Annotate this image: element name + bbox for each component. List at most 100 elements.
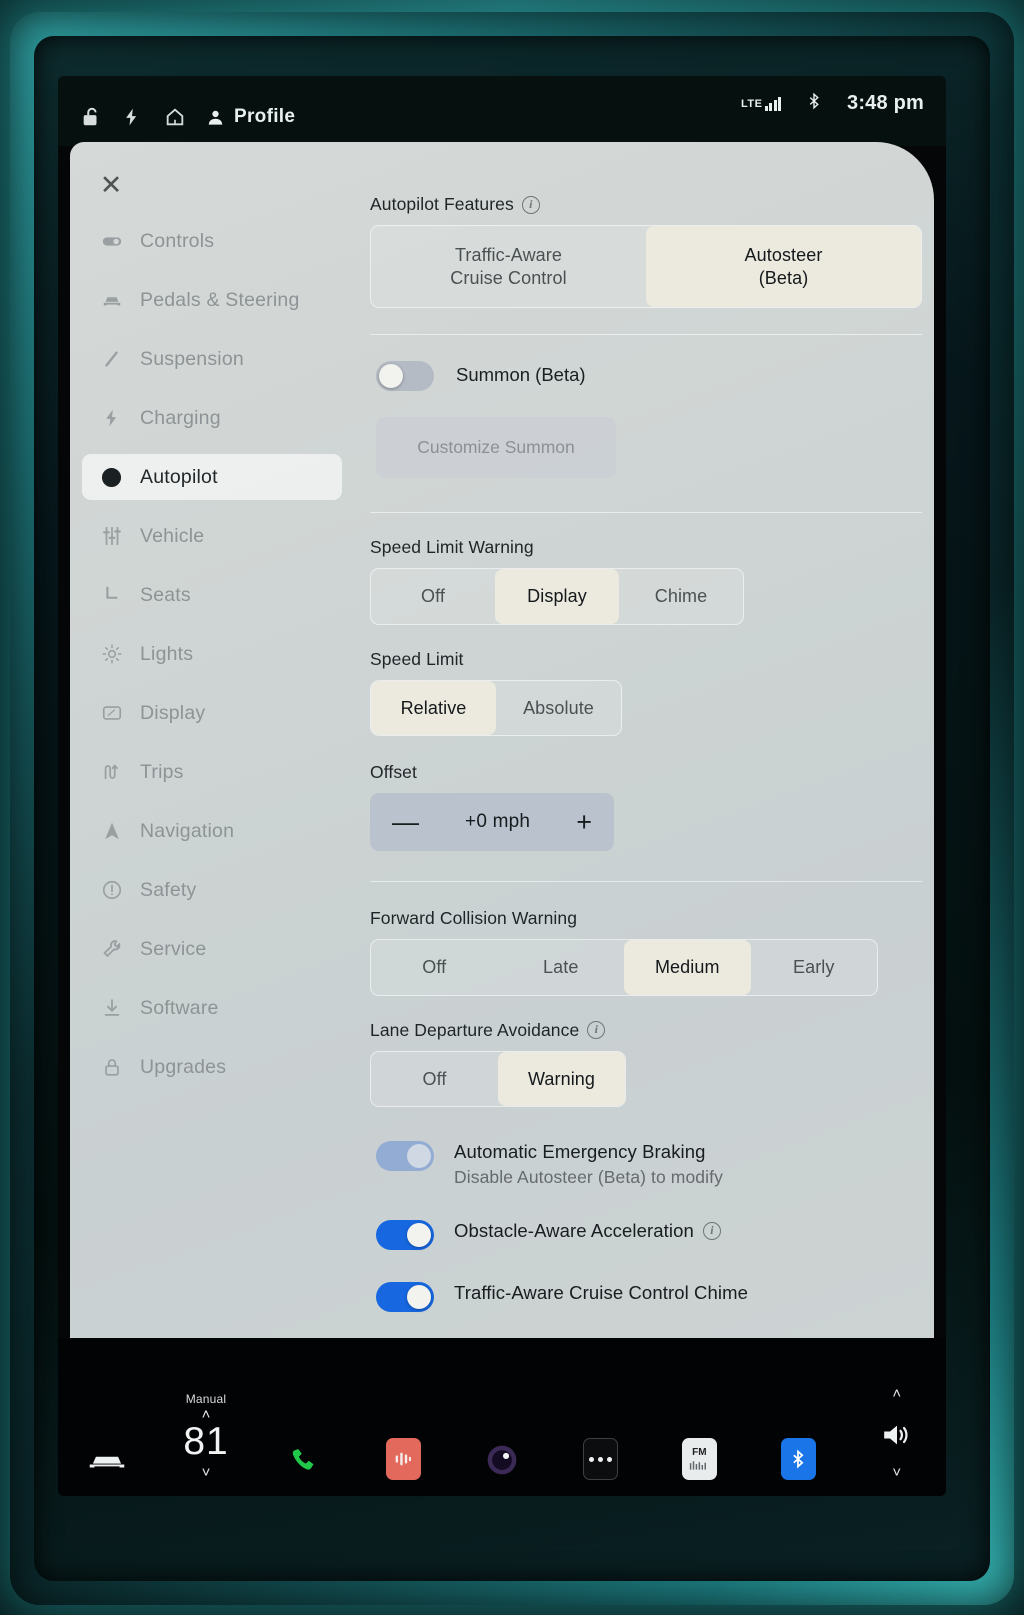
sidebar-item-charging[interactable]: Charging <box>82 395 342 441</box>
fcw-option-early[interactable]: Early <box>751 940 878 995</box>
autopilot-settings-content: Autopilot Features i Traffic-Aware Cruis… <box>370 194 922 1312</box>
climate-mode-label: Manual <box>185 1392 227 1407</box>
fcw-option-off[interactable]: Off <box>371 940 498 995</box>
car-icon <box>100 289 123 312</box>
fm-radio-icon: FM <box>681 1438 717 1480</box>
tacc-chime-title: Traffic-Aware Cruise Control Chime <box>454 1282 749 1303</box>
sidebar-item-display[interactable]: Display <box>82 690 342 736</box>
dock-media-button[interactable] <box>354 1438 453 1480</box>
sl-option-relative[interactable]: Relative <box>371 680 496 735</box>
sidebar-item-safety[interactable]: Safety <box>82 867 342 913</box>
volume-icon <box>877 1415 917 1455</box>
slw-option-display[interactable]: Display <box>495 569 619 624</box>
summon-toggle[interactable] <box>376 361 434 391</box>
suspension-icon <box>100 348 123 371</box>
sidebar-item-label: Pedals & Steering <box>140 288 300 311</box>
sl-option-absolute[interactable]: Absolute <box>496 681 621 736</box>
speed-limit-warning-label: Speed Limit Warning <box>370 537 534 557</box>
dock-more-button[interactable] <box>551 1438 650 1480</box>
steering-wheel-icon <box>100 466 123 489</box>
sidebar-item-label: Upgrades <box>140 1055 227 1078</box>
phone-icon <box>285 1440 325 1480</box>
chevron-down-icon[interactable]: ˅ <box>202 1465 211 1480</box>
dock-climate-control[interactable]: Manual ˄ 81 ˅ <box>157 1392 256 1480</box>
obstacle-aware-acceleration-toggle[interactable] <box>376 1220 434 1250</box>
dock-volume-control[interactable]: ˄ ˅ <box>847 1386 946 1480</box>
slw-option-off[interactable]: Off <box>371 569 495 624</box>
offset-value: +0 mph <box>465 811 531 832</box>
network-type-label: LTE <box>741 98 763 110</box>
sidebar-item-label: Display <box>140 701 206 724</box>
lda-option-off[interactable]: Off <box>371 1052 498 1107</box>
bluetooth-icon[interactable] <box>805 90 823 117</box>
dock-car-button[interactable] <box>58 1440 157 1480</box>
media-icon <box>385 1438 421 1480</box>
temperature-value: 81 <box>183 1420 229 1464</box>
sidebar-item-seats[interactable]: Seats <box>82 572 342 618</box>
lda-option-warning[interactable]: Warning <box>498 1051 625 1106</box>
person-icon <box>208 110 223 125</box>
slw-option-chime[interactable]: Chime <box>619 569 743 624</box>
clock-label: 3:48 pm <box>847 92 924 114</box>
sidebar-item-software[interactable]: Software <box>82 985 342 1031</box>
close-icon[interactable]: ✕ <box>96 170 126 200</box>
automatic-emergency-braking-toggle[interactable] <box>376 1141 434 1171</box>
sidebar-item-vehicle[interactable]: Vehicle <box>82 513 342 559</box>
offset-increment-button[interactable]: + <box>576 808 592 836</box>
vehicle-dashboard-photo: Profile LTE 3:48 pm ✕ Controls Pedals & … <box>0 0 1024 1615</box>
seat-icon <box>100 584 123 607</box>
sidebar-item-label: Software <box>140 996 219 1019</box>
info-icon[interactable]: i <box>702 1222 721 1240</box>
sidebar-item-suspension[interactable]: Suspension <box>82 336 342 382</box>
aeb-subtitle: Disable Autosteer (Beta) to modify <box>454 1167 723 1187</box>
profile-button[interactable]: Profile <box>206 106 295 128</box>
autopilot-features-segmented-control: Traffic-Aware Cruise Control Autosteer (… <box>370 225 922 308</box>
customize-summon-button[interactable]: Customize Summon <box>376 417 616 478</box>
chevron-up-icon[interactable]: ˄ <box>892 1386 901 1401</box>
summon-label: Summon (Beta) <box>456 364 586 385</box>
more-dots-icon <box>583 1438 619 1480</box>
automatic-emergency-braking-row: Automatic Emergency Braking Disable Auto… <box>376 1139 922 1188</box>
sidebar-item-pedals-steering[interactable]: Pedals & Steering <box>82 277 342 323</box>
sidebar-item-label: Controls <box>140 229 215 252</box>
sidebar-item-lights[interactable]: Lights <box>82 631 342 677</box>
lane-departure-avoidance-label: Lane Departure Avoidance i <box>370 1020 922 1041</box>
forward-collision-warning-label: Forward Collision Warning <box>370 908 578 928</box>
dock-phone-button[interactable] <box>255 1440 354 1480</box>
alert-circle-icon <box>100 879 123 902</box>
summon-row: Summon (Beta) <box>376 359 922 391</box>
forward-collision-warning-segmented-control: Off Late Medium Early <box>370 939 878 996</box>
sidebar-item-controls[interactable]: Controls <box>82 218 342 264</box>
info-icon[interactable]: i <box>587 1021 606 1039</box>
fcw-option-medium[interactable]: Medium <box>624 940 751 995</box>
sidebar-item-label: Vehicle <box>140 524 205 547</box>
divider <box>370 334 922 335</box>
info-icon[interactable]: i <box>521 195 540 214</box>
sidebar-item-service[interactable]: Service <box>82 926 342 972</box>
sidebar-item-label: Seats <box>140 583 191 606</box>
dock-camera-button[interactable] <box>453 1440 552 1480</box>
sidebar-item-autopilot[interactable]: Autopilot <box>82 454 342 500</box>
home-icon[interactable] <box>164 106 186 128</box>
option-line-1: Autosteer <box>744 245 823 265</box>
sidebar-item-label: Safety <box>140 878 197 901</box>
sidebar-item-upgrades[interactable]: Upgrades <box>82 1044 342 1090</box>
chevron-down-icon[interactable]: ˅ <box>892 1465 901 1480</box>
sidebar-item-label: Trips <box>140 760 184 783</box>
option-line-1: Traffic-Aware <box>455 245 562 265</box>
aeb-title: Automatic Emergency Braking <box>454 1141 706 1162</box>
fcw-option-late[interactable]: Late <box>498 940 625 995</box>
charging-bolt-icon[interactable] <box>122 106 144 128</box>
dock-bluetooth-button[interactable] <box>749 1438 848 1480</box>
autopilot-features-option-autosteer[interactable]: Autosteer (Beta) <box>646 226 921 307</box>
autopilot-features-option-tacc[interactable]: Traffic-Aware Cruise Control <box>371 226 646 307</box>
bolt-icon <box>100 407 123 430</box>
sidebar-item-navigation[interactable]: Navigation <box>82 808 342 854</box>
traffic-aware-cruise-control-chime-toggle[interactable] <box>376 1282 434 1312</box>
sidebar-item-trips[interactable]: Trips <box>82 749 342 795</box>
dock-fm-radio-button[interactable]: FM <box>650 1438 749 1480</box>
signal-bars-icon <box>764 96 781 111</box>
offset-decrement-button[interactable]: — <box>392 808 419 836</box>
unlock-icon[interactable] <box>80 106 102 128</box>
lock-icon <box>100 1056 123 1079</box>
